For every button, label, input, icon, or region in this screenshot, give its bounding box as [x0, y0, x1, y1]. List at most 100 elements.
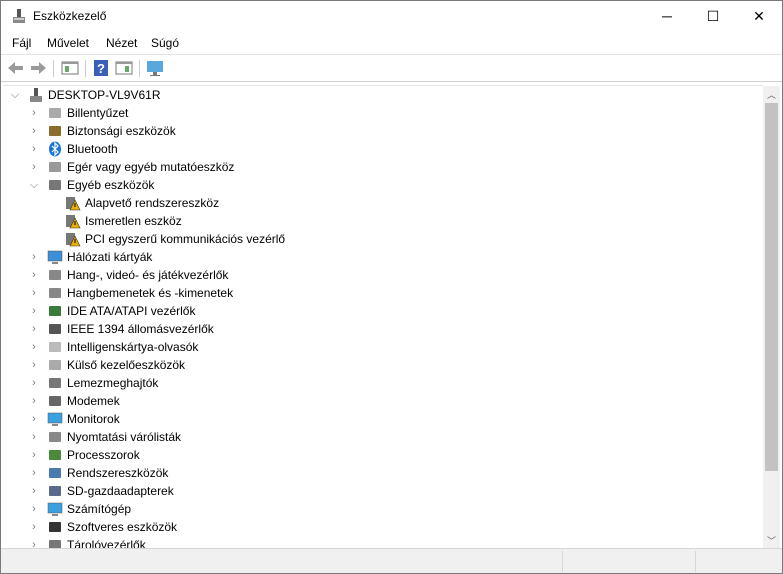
bluetooth-icon	[49, 141, 61, 157]
chevron-right-icon[interactable]: ›	[29, 446, 39, 464]
processor-icon	[49, 450, 61, 460]
scroll-up-icon[interactable]: ︿	[763, 86, 780, 102]
scrollbar-thumb[interactable]	[765, 103, 778, 471]
speaker-icon	[49, 270, 61, 280]
svg-text:?: ?	[97, 61, 105, 76]
chevron-right-icon[interactable]: ›	[29, 320, 39, 338]
status-divider	[695, 551, 696, 572]
security-device-icon	[49, 126, 61, 136]
tree-item-label: Ismeretlen eszköz	[85, 214, 182, 228]
forward-icon[interactable]	[29, 59, 47, 77]
chevron-right-icon[interactable]: ›	[29, 374, 39, 392]
disk-drive-icon	[49, 378, 61, 388]
tree-item-label: Monitorok	[67, 412, 120, 426]
chevron-right-icon[interactable]: ›	[29, 392, 39, 410]
back-icon[interactable]	[7, 59, 25, 77]
menu-file[interactable]: Fájl	[12, 36, 31, 50]
network-adapter-icon	[47, 250, 63, 264]
chevron-right-icon[interactable]: ›	[29, 140, 39, 158]
help-icon[interactable]: ?	[92, 59, 110, 77]
chevron-right-icon[interactable]: ›	[29, 284, 39, 302]
chevron-right-icon[interactable]: ›	[29, 410, 39, 428]
properties-icon[interactable]	[61, 59, 79, 77]
status-bar	[1, 548, 782, 573]
firewire-icon	[49, 324, 61, 334]
tree-item-label: Intelligenskártya-olvasók	[67, 340, 199, 354]
tree-item-label: Hangbemenetek és -kimenetek	[67, 286, 234, 300]
chevron-right-icon[interactable]: ›	[29, 464, 39, 482]
sd-adapter-icon	[49, 486, 61, 496]
monitor-icon	[47, 412, 63, 426]
tree-item-label: Egyéb eszközök	[67, 178, 155, 192]
tree-item-label: Szoftveres eszközök	[67, 520, 178, 534]
chevron-right-icon[interactable]: ›	[29, 536, 39, 548]
tree-item-label: Bluetooth	[67, 142, 118, 156]
tree-item-label: Nyomtatási várólisták	[67, 430, 182, 444]
tree-root-label: DESKTOP-VL9V61R	[48, 88, 161, 102]
tree-item-label: Külső kezelőeszközök	[67, 358, 186, 372]
chevron-down-icon[interactable]: ⌵	[29, 176, 39, 194]
warning-device-icon	[66, 233, 81, 247]
chevron-right-icon[interactable]: ›	[29, 482, 39, 500]
tree-item-label: IDE ATA/ATAPI vezérlők	[67, 304, 196, 318]
maximize-button[interactable]: ☐	[690, 1, 736, 31]
tree-item-label: Billentyűzet	[67, 106, 129, 120]
scan-hardware-icon[interactable]	[146, 59, 164, 77]
storage-controller-icon	[49, 540, 61, 548]
menu-bar: Fájl Művelet Nézet Súgó	[1, 32, 782, 54]
menu-action[interactable]: Művelet	[47, 36, 89, 50]
system-device-icon	[49, 468, 61, 478]
modem-icon	[49, 396, 61, 406]
chevron-right-icon[interactable]: ›	[29, 122, 39, 140]
menu-view[interactable]: Nézet	[106, 36, 137, 50]
computer-icon	[47, 502, 63, 516]
update-driver-icon[interactable]	[115, 59, 133, 77]
window-title: Eszközkezelő	[33, 9, 107, 23]
minimize-button[interactable]: ─	[644, 1, 690, 31]
title-bar: Eszközkezelő ─ ☐ ✕	[1, 1, 782, 31]
chevron-right-icon[interactable]: ›	[29, 428, 39, 446]
chevron-right-icon[interactable]: ›	[29, 302, 39, 320]
tree-item-label: Számítógép	[67, 502, 132, 516]
smartcard-reader-icon	[49, 342, 61, 352]
tree-item-label: Processzorok	[67, 448, 140, 462]
chevron-right-icon[interactable]: ›	[29, 248, 39, 266]
tree-item-label: Hálózati kártyák	[67, 250, 153, 264]
speaker-icon	[49, 288, 61, 298]
tree-item-label: Rendszereszközök	[67, 466, 169, 480]
chevron-right-icon[interactable]: ›	[29, 104, 39, 122]
tree-item-label: Biztonsági eszközök	[67, 124, 176, 138]
tree-item-label: SD-gazdaadapterek	[67, 484, 174, 498]
chevron-right-icon[interactable]: ›	[29, 266, 39, 284]
chevron-right-icon[interactable]: ›	[29, 158, 39, 176]
tree-item-label: Hang-, videó- és játékvezérlők	[67, 268, 229, 282]
tree-item-label: Modemek	[67, 394, 120, 408]
computer-root-icon	[30, 88, 42, 102]
ide-controller-icon	[49, 306, 61, 316]
menu-help[interactable]: Súgó	[151, 36, 179, 50]
status-divider	[562, 551, 563, 572]
close-button[interactable]: ✕	[736, 1, 782, 31]
keyboard-icon	[49, 108, 61, 118]
tree-item-label: Egér vagy egyéb mutatóeszköz	[67, 160, 235, 174]
software-device-icon	[49, 522, 61, 532]
vertical-scrollbar[interactable]: ︿ ﹀	[763, 86, 780, 548]
warning-device-icon	[66, 197, 81, 211]
mouse-icon	[49, 162, 61, 172]
tree-item-label: Tárolóvezérlők	[67, 538, 146, 548]
tree-item-label: Alapvető rendszereszköz	[85, 196, 220, 210]
chevron-right-icon[interactable]: ›	[29, 356, 39, 374]
unknown-device-icon	[49, 180, 61, 190]
chevron-right-icon[interactable]: ›	[29, 338, 39, 356]
toolbar-separator	[53, 60, 54, 77]
chevron-right-icon[interactable]: ›	[29, 500, 39, 518]
tree-item-label: PCI egyszerű kommunikációs vezérlő	[85, 232, 286, 246]
device-tree: ⌵ DESKTOP-VL9V61R › Billentyűzet › Biztonsá…	[3, 85, 763, 548]
device-manager-icon	[13, 9, 25, 23]
hid-icon	[49, 360, 61, 370]
chevron-right-icon[interactable]: ›	[29, 518, 39, 536]
chevron-down-icon[interactable]: ⌵	[10, 86, 20, 104]
scroll-down-icon[interactable]: ﹀	[763, 532, 780, 548]
toolbar: ?	[1, 54, 782, 82]
toolbar-separator	[139, 60, 140, 77]
